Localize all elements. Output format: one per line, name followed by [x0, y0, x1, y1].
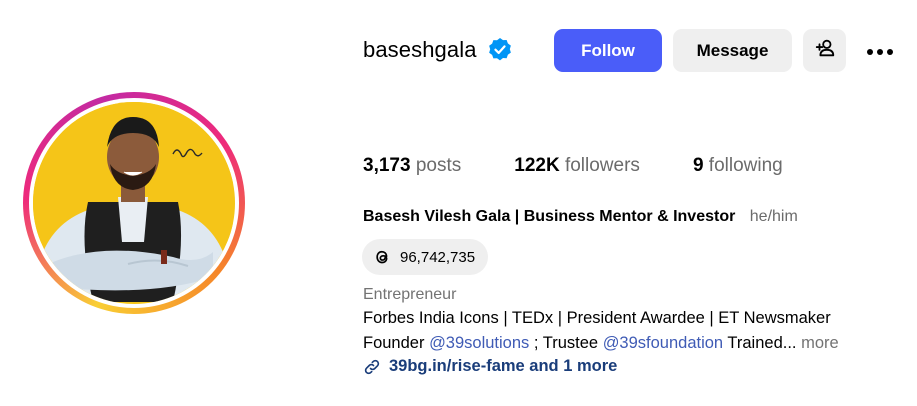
verified-badge-icon	[487, 37, 513, 63]
follow-button[interactable]: Follow	[554, 29, 662, 72]
bio-trained-text: Trained...	[727, 334, 797, 352]
mention-link-39sfoundation[interactable]: @39sfoundation	[603, 334, 723, 352]
bio-founder-text: Founder	[363, 334, 425, 352]
following-stat[interactable]: 9 following	[693, 155, 783, 177]
pronouns: he/him	[749, 208, 798, 225]
suggest-users-button[interactable]	[803, 29, 846, 72]
options-button[interactable]	[858, 29, 902, 72]
more-options-icon	[865, 41, 895, 61]
followers-label: followers	[564, 155, 640, 176]
mention-link-39solutions[interactable]: @39solutions	[429, 334, 529, 352]
threads-count: 96,742,735	[400, 248, 476, 266]
full-name: Basesh Vilesh Gala | Business Mentor & I…	[363, 208, 736, 225]
message-button[interactable]: Message	[673, 29, 792, 72]
following-count: 9	[692, 155, 704, 176]
fullname-row: Basesh Vilesh Gala | Business Mentor & I…	[363, 208, 798, 226]
profile-stats: 3,173 posts 122K followers 9 following	[363, 155, 836, 177]
avatar-gap	[29, 98, 239, 308]
threads-badge[interactable]: 96,742,735	[362, 239, 488, 275]
add-user-icon	[814, 37, 836, 64]
avatar[interactable]	[33, 102, 235, 304]
posts-count: 3,173	[363, 155, 411, 176]
avatar-portrait	[33, 102, 233, 302]
category-label: Entrepreneur	[363, 286, 457, 303]
posts-stat: 3,173 posts	[363, 155, 461, 177]
followers-count: 122K	[514, 155, 560, 176]
bio-trustee-text: ; Trustee	[533, 334, 599, 352]
bio-line-2: Founder @39solutions ; Trustee @39sfound…	[363, 334, 839, 353]
posts-label: posts	[415, 155, 462, 176]
bio-line-1: Forbes India Icons | TEDx | President Aw…	[363, 309, 831, 327]
followers-stat[interactable]: 122K followers	[514, 155, 640, 177]
username-row: baseshgala	[363, 28, 513, 72]
threads-icon	[372, 247, 392, 267]
following-label: following	[708, 155, 783, 176]
external-link-text: 39bg.in/rise-fame and 1 more	[389, 357, 618, 375]
bio-more-link[interactable]: more	[801, 334, 839, 352]
external-link[interactable]: 39bg.in/rise-fame and 1 more	[363, 357, 617, 376]
username: baseshgala	[363, 37, 477, 62]
avatar-story-ring[interactable]	[23, 92, 245, 314]
link-icon	[363, 358, 381, 376]
